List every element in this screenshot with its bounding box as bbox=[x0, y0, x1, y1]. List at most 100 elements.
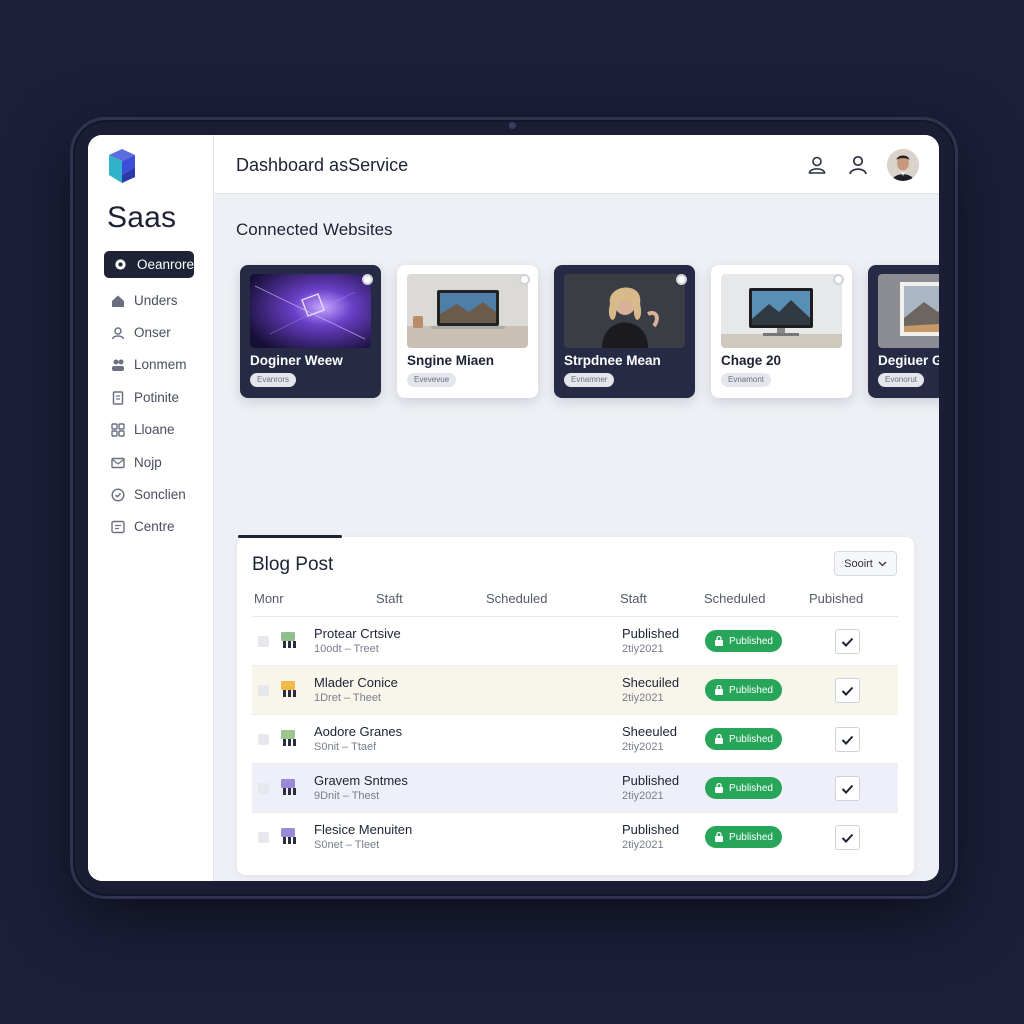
row-select-checkbox[interactable] bbox=[835, 727, 860, 752]
row-select-checkbox[interactable] bbox=[835, 678, 860, 703]
card-menu-dot[interactable] bbox=[362, 274, 373, 285]
post-icon bbox=[281, 681, 296, 697]
website-card[interactable]: Doginer Weew Evanrors bbox=[240, 265, 381, 398]
blog-tab-indicator bbox=[238, 535, 342, 538]
status-badge: Published bbox=[705, 826, 782, 848]
checkmark-icon bbox=[841, 637, 854, 647]
sidebar-item-lonmem[interactable]: Lonmem bbox=[104, 351, 194, 378]
sort-button[interactable]: Sooirt bbox=[834, 551, 897, 576]
row-select-checkbox[interactable] bbox=[835, 825, 860, 850]
post-subtitle: 9Dnit – Thest bbox=[314, 790, 380, 802]
blog-post-title: Blog Post bbox=[252, 554, 334, 575]
post-date: 2tiy2021 bbox=[622, 643, 664, 655]
status-badge: Published bbox=[705, 679, 782, 701]
card-menu-dot[interactable] bbox=[676, 274, 687, 285]
home-icon bbox=[110, 293, 125, 308]
row-select-checkbox[interactable] bbox=[835, 629, 860, 654]
website-card[interactable]: Chage 20 Evnamont bbox=[711, 265, 852, 398]
post-icon bbox=[281, 779, 296, 795]
post-subtitle: S0net – Tleet bbox=[314, 839, 380, 851]
sidebar-item-overview[interactable]: Oeanrore bbox=[104, 251, 194, 278]
card-title: Chage 20 bbox=[721, 353, 782, 368]
column-header[interactable]: Pubished bbox=[809, 591, 863, 606]
check-circle-icon bbox=[110, 487, 125, 502]
post-subtitle: S0nit – Ttaef bbox=[314, 741, 377, 753]
row-checkbox[interactable] bbox=[258, 783, 269, 794]
lock-icon bbox=[715, 832, 724, 842]
checkmark-icon bbox=[841, 833, 854, 843]
card-menu-dot[interactable] bbox=[833, 274, 844, 285]
sidebar-item-lloane[interactable]: Lloane bbox=[104, 416, 194, 443]
user-outline-icon[interactable] bbox=[806, 154, 828, 176]
page-title: Dashboard asService bbox=[236, 155, 409, 175]
brand-name: Saas bbox=[107, 201, 177, 234]
sidebar-item-nojp[interactable]: Nojp bbox=[104, 449, 194, 476]
status-badge: Published bbox=[705, 777, 782, 799]
website-card[interactable]: Sngine Miaen Evevevue bbox=[397, 265, 538, 398]
checkmark-icon bbox=[841, 735, 854, 745]
checkmark-icon bbox=[841, 784, 854, 794]
sidebar-item-onser[interactable]: Onser bbox=[104, 319, 194, 346]
card-tag: Evevevue bbox=[407, 373, 457, 387]
post-subtitle: 10odt – Treet bbox=[314, 643, 379, 655]
table-row[interactable]: Aodore Granes S0nit – Ttaef Sheeuled 2ti… bbox=[252, 715, 898, 764]
user-icon bbox=[110, 325, 125, 340]
sidebar-item-label: Lonmem bbox=[134, 357, 187, 372]
card-title: Degiuer Gloa bbox=[878, 353, 939, 368]
row-checkbox[interactable] bbox=[258, 685, 269, 696]
table-row[interactable]: Gravem Sntmes 9Dnit – Thest Published 2t… bbox=[252, 764, 898, 813]
card-tag: Evnamner bbox=[564, 373, 615, 387]
website-card[interactable]: Strpdnee Mean Evnamner bbox=[554, 265, 695, 398]
avatar[interactable] bbox=[887, 149, 919, 181]
post-date: 2tiy2021 bbox=[622, 839, 664, 851]
blog-post-panel: Blog Post Sooirt Monr Staft Scheduled St… bbox=[237, 537, 914, 875]
table-row[interactable]: Protear Crtsive 10odt – Treet Published … bbox=[252, 617, 898, 666]
post-title: Flesice Menuiten bbox=[314, 822, 413, 837]
column-header[interactable]: Monr bbox=[254, 591, 284, 606]
post-title: Mlader Conice bbox=[314, 675, 398, 690]
post-title: Aodore Granes bbox=[314, 724, 403, 739]
sidebar-item-sonclien[interactable]: Sonclien bbox=[104, 481, 194, 508]
sidebar-item-label: Onser bbox=[134, 325, 171, 340]
column-header[interactable]: Staft bbox=[376, 591, 403, 606]
card-menu-dot[interactable] bbox=[519, 274, 530, 285]
row-checkbox[interactable] bbox=[258, 636, 269, 647]
card-tag: Evanrors bbox=[250, 373, 297, 387]
sidebar-item-potinite[interactable]: Potinite bbox=[104, 384, 194, 411]
gear-icon bbox=[114, 257, 128, 272]
sidebar-item-unders[interactable]: Unders bbox=[104, 287, 194, 314]
column-header[interactable]: Scheduled bbox=[704, 591, 765, 606]
sidebar-item-centre[interactable]: Centre bbox=[104, 513, 194, 540]
post-icon bbox=[281, 828, 296, 844]
column-header[interactable]: Staft bbox=[620, 591, 647, 606]
post-icon bbox=[281, 730, 296, 746]
profile-icon[interactable] bbox=[847, 154, 869, 176]
sidebar-item-label: Potinite bbox=[134, 390, 180, 405]
lock-icon bbox=[715, 783, 724, 793]
row-checkbox[interactable] bbox=[258, 734, 269, 745]
status-badge: Published bbox=[705, 630, 782, 652]
post-subtitle: 1Dret – Theet bbox=[314, 692, 382, 704]
connected-websites-title: Connected Websites bbox=[236, 220, 393, 239]
table-row[interactable]: Flesice Menuiten S0net – Tleet Published… bbox=[252, 813, 898, 862]
document-icon bbox=[110, 390, 125, 405]
column-header[interactable]: Scheduled bbox=[486, 591, 547, 606]
card-tag: Evnamont bbox=[721, 373, 772, 387]
website-card[interactable]: Degiuer Gloa Evonorut bbox=[868, 265, 939, 398]
post-date: 2tiy2021 bbox=[622, 790, 664, 802]
lock-icon bbox=[715, 734, 724, 744]
website-thumbnail bbox=[878, 274, 939, 348]
website-thumbnail bbox=[250, 274, 371, 348]
sidebar-item-label: Nojp bbox=[134, 455, 162, 470]
sidebar-item-label: Lloane bbox=[134, 422, 175, 437]
table-row[interactable]: Mlader Conice 1Dret – Theet Shecuiled 2t… bbox=[252, 666, 898, 715]
post-status: Published bbox=[622, 626, 680, 641]
grid-icon bbox=[110, 422, 125, 437]
row-select-checkbox[interactable] bbox=[835, 776, 860, 801]
website-thumbnail bbox=[721, 274, 842, 348]
lock-icon bbox=[715, 636, 724, 646]
post-status: Sheeuled bbox=[622, 724, 677, 739]
row-checkbox[interactable] bbox=[258, 832, 269, 843]
sidebar-item-label: Oeanrore bbox=[136, 257, 194, 272]
card-title: Strpdnee Mean bbox=[564, 353, 661, 368]
